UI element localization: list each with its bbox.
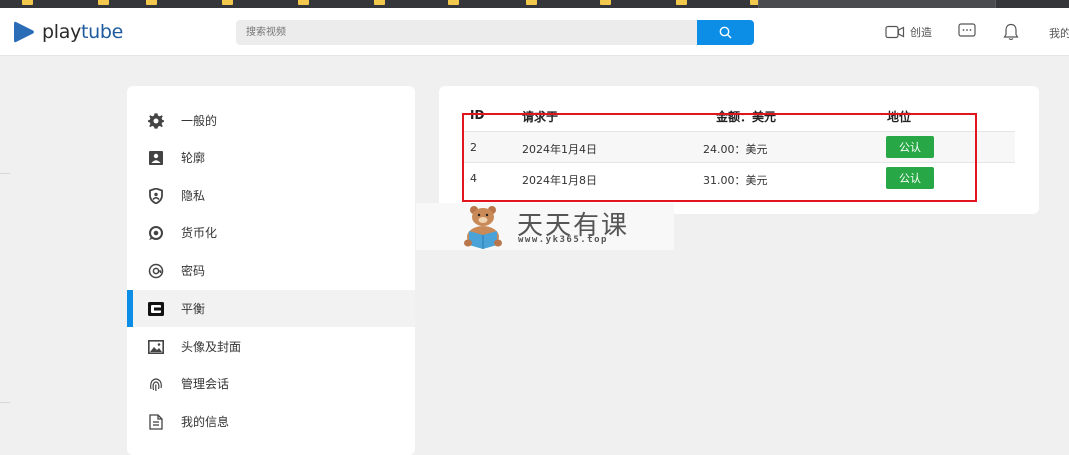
balance-card: ID 请求于 金额：美元 地位 2 2024年1月4日 24.00：美元 公认 … <box>439 86 1039 214</box>
search-button[interactable] <box>697 20 754 45</box>
bookmark-item[interactable] <box>526 0 537 6</box>
cell-requested: 2024年1月4日 <box>522 143 597 156</box>
sidebar-item-label: 隐私 <box>181 189 206 203</box>
sidebar-item-label: 密码 <box>181 264 206 278</box>
folder-icon <box>676 0 687 5</box>
folder-icon <box>22 0 33 5</box>
folder-icon <box>98 0 109 5</box>
settings-sidebar: 一般的 轮廓 隐私 货币化 密码 平衡 头像及封面 管理会话 我的信息 <box>127 86 415 455</box>
cell-amount: 31.00：美元 <box>703 174 768 187</box>
folder-icon <box>222 0 233 5</box>
sidebar-item-password[interactable]: 密码 <box>127 252 415 289</box>
bookmark-popup <box>758 0 996 8</box>
bookmark-item[interactable] <box>98 0 109 6</box>
sidebar-item-balance[interactable]: 平衡 <box>127 290 415 327</box>
cell-requested: 2024年1月8日 <box>522 174 597 187</box>
bookmark-item[interactable] <box>374 0 385 6</box>
create-label: 创造 <box>910 26 932 39</box>
folder-icon <box>146 0 157 5</box>
bookmark-item[interactable] <box>600 0 611 6</box>
chat-icon <box>958 23 976 37</box>
sidebar-item-profile[interactable]: 轮廓 <box>127 139 415 176</box>
cell-amount: 24.00：美元 <box>703 143 768 156</box>
cell-id: 4 <box>470 172 477 185</box>
play-logo-icon <box>14 21 34 43</box>
bookmark-item[interactable] <box>146 0 157 6</box>
site-logo[interactable]: playtube <box>13 20 123 44</box>
sidebar-item-monetization[interactable]: 货币化 <box>127 214 415 251</box>
folder-icon <box>526 0 537 5</box>
sidebar-item-label: 货币化 <box>181 226 218 240</box>
gear-icon <box>148 113 164 129</box>
folder-icon <box>600 0 611 5</box>
sidebar-item-label: 管理会话 <box>181 377 230 391</box>
messages-button[interactable] <box>958 23 976 42</box>
document-icon <box>148 414 164 430</box>
folder-icon <box>448 0 459 5</box>
bookmark-item[interactable] <box>298 0 309 6</box>
bookmarks-bar <box>0 0 1069 8</box>
bookmark-item[interactable] <box>22 0 33 6</box>
column-header-requested: 请求于 <box>522 110 559 124</box>
search-icon <box>719 26 732 39</box>
table-row: 4 2024年1月8日 31.00：美元 公认 <box>463 163 1015 193</box>
sidebar-item-privacy[interactable]: 隐私 <box>127 177 415 214</box>
column-header-id: ID <box>470 108 485 122</box>
search-input[interactable] <box>236 20 698 45</box>
sidebar-item-label: 头像及封面 <box>181 340 242 354</box>
sidebar-item-my-info[interactable]: 我的信息 <box>127 403 415 440</box>
monetization-icon <box>148 225 164 241</box>
column-header-amount: 金额：美元 <box>716 110 777 124</box>
notifications-button[interactable] <box>1003 23 1019 44</box>
status-badge: 公认 <box>886 167 934 189</box>
folder-icon <box>374 0 385 5</box>
column-header-status: 地位 <box>887 110 912 124</box>
sidebar-item-avatar-cover[interactable]: 头像及封面 <box>127 328 415 365</box>
bell-icon <box>1003 23 1019 41</box>
sidebar-item-label: 一般的 <box>181 114 218 128</box>
status-badge: 公认 <box>886 136 934 158</box>
table-row: 2 2024年1月4日 24.00：美元 公认 <box>463 132 1015 162</box>
bookmark-item[interactable] <box>222 0 233 6</box>
logo-text: playtube <box>42 21 124 43</box>
wallet-icon <box>148 301 164 317</box>
folder-icon <box>298 0 309 5</box>
divider <box>0 402 10 403</box>
fingerprint-icon <box>148 376 164 392</box>
profile-card-icon <box>148 150 164 166</box>
sidebar-item-general[interactable]: 一般的 <box>127 102 415 139</box>
image-icon <box>148 339 164 355</box>
search-box[interactable] <box>236 20 698 45</box>
bear-logo-icon <box>464 206 502 249</box>
sidebar-item-label: 我的信息 <box>181 415 230 429</box>
top-header: playtube 创造 我的 <box>0 8 1069 56</box>
bookmark-item[interactable] <box>448 0 459 6</box>
create-button[interactable]: 创造 <box>885 24 932 40</box>
key-icon <box>148 263 164 279</box>
watermark-url: www.yk365.top <box>518 235 608 245</box>
shield-icon <box>148 188 164 204</box>
sidebar-item-sessions[interactable]: 管理会话 <box>127 365 415 402</box>
bookmark-item[interactable] <box>676 0 687 6</box>
sidebar-item-label: 轮廓 <box>181 151 206 165</box>
sidebar-item-label: 平衡 <box>181 302 206 316</box>
video-camera-icon <box>885 25 905 39</box>
divider <box>0 173 10 174</box>
cell-id: 2 <box>470 141 477 154</box>
my-menu[interactable]: 我的 <box>1049 25 1069 41</box>
